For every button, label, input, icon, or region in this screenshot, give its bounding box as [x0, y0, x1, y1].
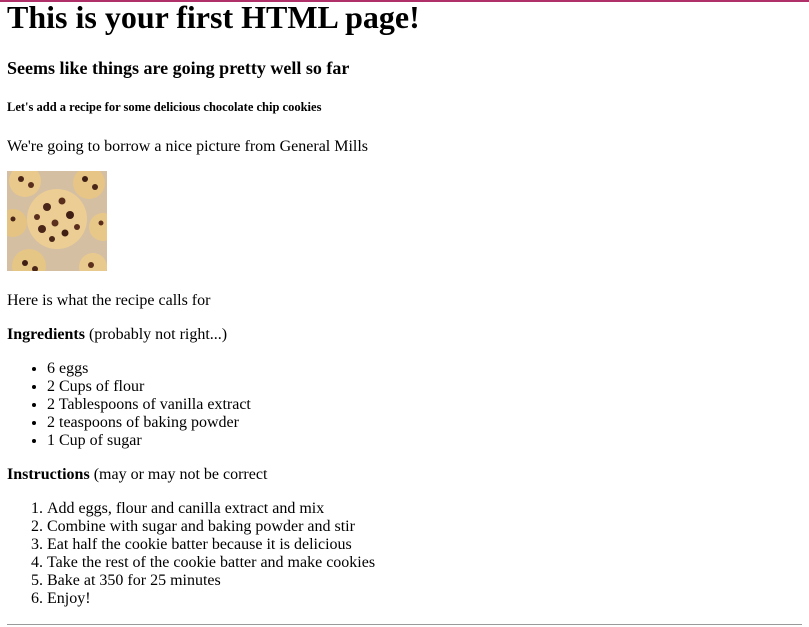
cookie-photo-icon [7, 171, 107, 271]
page-title: This is your first HTML page! [7, 0, 420, 35]
list-item: 6 eggs [47, 360, 251, 378]
instructions-line: Instructions (may or may not be correct [7, 466, 267, 484]
list-item: Bake at 350 for 25 minutes [47, 572, 375, 590]
recipe-calls-text: Here is what the recipe calls for [7, 292, 211, 309]
list-item: 2 teaspoons of baking powder [47, 414, 251, 432]
ingredients-line: Ingredients (probably not right...) [7, 326, 227, 344]
instructions-list: Add eggs, flour and canilla extract and … [7, 500, 375, 608]
ingredients-list: 6 eggs 2 Cups of flour 2 Tablespoons of … [7, 360, 251, 450]
recipe-intro-heading: Let's add a recipe for some delicious ch… [7, 100, 322, 114]
list-item: Add eggs, flour and canilla extract and … [47, 500, 375, 518]
list-item: Take the rest of the cookie batter and m… [47, 554, 375, 572]
list-item: 1 Cup of sugar [47, 432, 251, 450]
list-item: Eat half the cookie batter because it is… [47, 536, 375, 554]
ingredients-note: (probably not right...) [84, 326, 228, 343]
instructions-label: Instructions [7, 466, 90, 483]
list-item: 2 Cups of flour [47, 378, 251, 396]
list-item: 2 Tablespoons of vanilla extract [47, 396, 251, 414]
cookie-image [7, 171, 107, 271]
subtitle-heading: Seems like things are going pretty well … [7, 58, 350, 78]
borrow-picture-text: We're going to borrow a nice picture fro… [7, 138, 369, 155]
ingredients-label: Ingredients [7, 326, 85, 343]
horizontal-rule [7, 624, 802, 625]
list-item: Enjoy! [47, 590, 375, 608]
instructions-note: (may or may not be correct [89, 466, 268, 483]
list-item: Combine with sugar and baking powder and… [47, 518, 375, 536]
